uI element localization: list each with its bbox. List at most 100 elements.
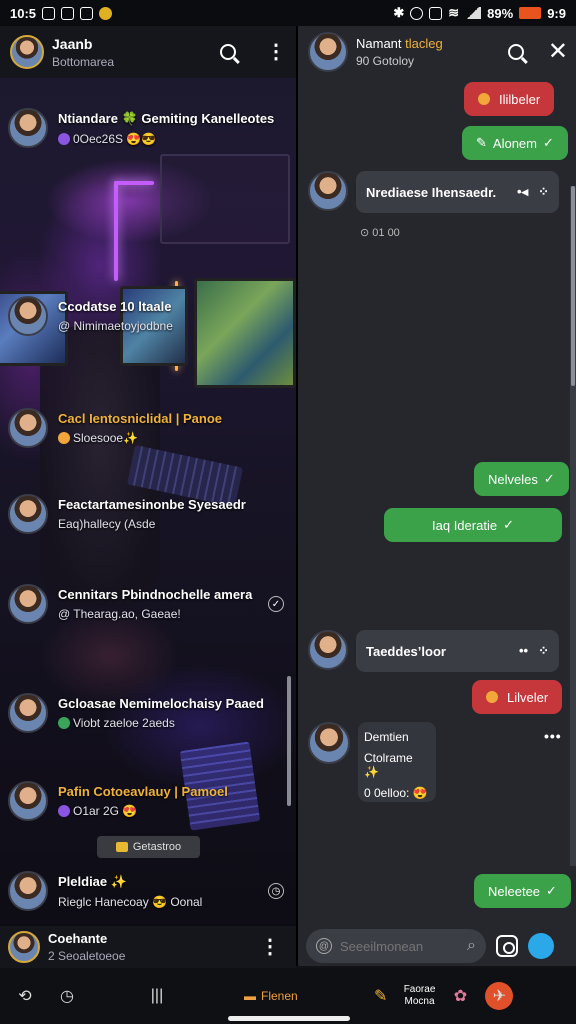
nav-right-label: Faorae [403, 984, 436, 995]
close-icon[interactable]: ✕ [548, 40, 568, 64]
chat-title: Ccodatse 10 ltaale [58, 299, 172, 314]
sent-message[interactable]: Iaq Ideratie ✓ [384, 508, 562, 542]
pen-icon[interactable]: ✎ [370, 985, 392, 1007]
home-indicator[interactable] [228, 1016, 350, 1021]
chat-avatar [8, 494, 48, 534]
chat-list-item[interactable]: Pleldiae ✨ Rieglc Hanecoay 😎 Oonal ◷ [8, 871, 292, 911]
chat-list-item[interactable]: Cacl Ientosniclidal | Panoe Sloesooe✨ [8, 408, 292, 448]
voice-message-icon[interactable] [528, 933, 554, 959]
delivered-check-icon: ✓ [546, 883, 557, 898]
chat-preview: Eaq)hallecy (Asde [58, 517, 156, 531]
notification-icon [61, 6, 75, 20]
nav-right-labels[interactable]: Faorae Mocna [404, 984, 436, 1008]
received-message[interactable]: Taeddes’loor •• ⁘ [308, 630, 568, 672]
bluetooth-icon: ✱ [393, 5, 405, 20]
status-right-time: 9:9 [547, 5, 566, 21]
grid-icon[interactable]: ⁘ [538, 643, 549, 659]
launcher-icon[interactable]: ✈ [485, 982, 514, 1010]
chat-preview: Sloesooe✨ [73, 431, 138, 445]
emoji-icon [58, 432, 70, 444]
archived-chats-button[interactable]: Getastroo [97, 836, 200, 858]
chat-title: Cacl Ientosniclidal | Panoe [58, 411, 223, 426]
chat-list-item[interactable]: Cennitars Pbindnochelle amera @ Thearag.… [8, 584, 292, 624]
pill-text: Ililbeler [499, 91, 541, 107]
chat-avatar [8, 584, 48, 624]
more-options-icon[interactable]: ⋮ [266, 42, 286, 62]
message-line: Demtien [364, 730, 409, 744]
chat-list-item[interactable]: Gcloasae Nemimelochaisy Paaed Viobt zael… [8, 693, 292, 733]
reaction-pill[interactable]: Ililbeler [464, 82, 555, 116]
contact-name: Namant [356, 36, 402, 51]
chat-title: Gcloasae Nemimelochaisy Paaed [58, 696, 264, 711]
chat-list-item[interactable]: Feactartamesinonbe Syesaedr Eaq)hallecy … [8, 494, 292, 534]
chat-avatar [8, 296, 48, 336]
status-time: 10:5 [10, 5, 37, 21]
chat-list-header: Jaanb Bottomarea ⋮ [0, 26, 296, 78]
archived-label: Getastroo [132, 841, 182, 853]
nav-center-label: Flenen [261, 989, 298, 1003]
search-icon[interactable] [507, 44, 524, 60]
conversation-header: Namant tlacleg 90 Gotoloy ✕ [298, 26, 576, 78]
pill-text: Lilveler [507, 689, 549, 705]
chat-list-item[interactable]: Pafin Cotoeavlauy | Pamoel O1ar 2G 😍 [8, 781, 292, 821]
profile-avatar[interactable] [10, 35, 44, 69]
background-shelf [160, 154, 290, 244]
conversation-scrollbar[interactable] [570, 186, 576, 866]
timer-icon: ◷ [268, 883, 284, 899]
chat-preview: 0Oec26S 😍😎 [73, 131, 157, 146]
attach-icon[interactable]: ⌕ [467, 937, 476, 955]
contact-status: 90 Gotoloy [356, 54, 415, 68]
share-icon[interactable]: ⟲ [14, 985, 36, 1007]
mention-icon[interactable]: @ [316, 938, 332, 954]
app-notification-icon [99, 6, 113, 20]
message-line: Ctolrame ✨ [364, 751, 413, 779]
emoji-icon [486, 691, 498, 703]
account-avatar [8, 931, 40, 963]
nav-center-button[interactable]: ▬ Flenen [244, 989, 298, 1003]
chat-avatar [8, 108, 48, 148]
leaf-icon: ✎ [476, 135, 487, 150]
more-dots-icon[interactable]: •◂ [517, 184, 528, 200]
chat-list-item[interactable]: Ccodatse 10 ltaale @ Nimimaetoyjodbne [8, 296, 292, 336]
chat-list-item[interactable]: Ntiandare 🍀 Gemiting Kanelleotes 0Oec26S… [8, 108, 292, 148]
search-icon[interactable] [220, 44, 236, 60]
message-input-wrapper[interactable]: @ ⌕ [306, 929, 486, 963]
chat-preview: O1ar 2G 😍 [73, 804, 138, 818]
message-text: Nrediaese Ihensaedr. [366, 184, 497, 200]
chat-preview: Rieglc Hanecoay 😎 Oonal [58, 894, 203, 909]
recent-apps-icon[interactable]: ||| [146, 985, 168, 1007]
message-input[interactable] [340, 938, 450, 954]
data-icon [429, 6, 443, 20]
status-icon [58, 717, 70, 729]
reaction-pill[interactable]: Lilveler [472, 680, 563, 714]
battery-icon [519, 7, 542, 19]
background-neon [114, 181, 118, 281]
contact-avatar[interactable] [308, 32, 348, 72]
contact-name-accent: tlacleg [405, 36, 443, 51]
sent-message[interactable]: ✎ Alonem ✓ [462, 126, 568, 160]
wifi-icon: ≋ [448, 5, 460, 20]
received-message[interactable]: Nrediaese Ihensaedr. •◂ ⁘ [308, 171, 568, 213]
read-check-icon: ✓ [268, 596, 284, 612]
profile-subtitle: Bottomarea [52, 54, 115, 69]
more-dots-icon[interactable]: •• [519, 643, 528, 659]
signal-icon [465, 7, 482, 19]
current-account-bar[interactable]: Coehante 2 Seoaletoeoe ⋮ [0, 926, 296, 968]
message-text: Alonem [492, 135, 537, 151]
message-text: Iaq Ideratie [432, 517, 498, 533]
account-more-icon[interactable]: ⋮ [260, 937, 280, 957]
camera-icon[interactable] [496, 935, 518, 957]
received-message[interactable]: Demtien Ctolrame ✨ 0 0elloo: 😍 [308, 722, 568, 802]
chat-title: Pafin Cotoeavlauy | Pamoel [58, 784, 228, 799]
account-subtitle: 2 Seoaletoeoe [48, 949, 126, 963]
chat-title: Ntiandare 🍀 Gemiting Kanelleotes [58, 110, 275, 126]
clock-icon[interactable]: ◷ [56, 985, 78, 1007]
chat-preview: @ Nimimaetoyjodbne [58, 319, 173, 333]
flower-icon[interactable]: ✿ [449, 985, 471, 1007]
message-meta: ⊙ 01 00 [360, 227, 400, 239]
chat-list-scrollbar[interactable] [287, 676, 291, 806]
grid-icon[interactable]: ⁘ [538, 184, 549, 200]
sent-message[interactable]: Nelveles ✓ [474, 462, 569, 496]
sent-message[interactable]: Neleetee ✓ [474, 874, 571, 908]
message-more-icon[interactable]: ••• [544, 728, 562, 744]
